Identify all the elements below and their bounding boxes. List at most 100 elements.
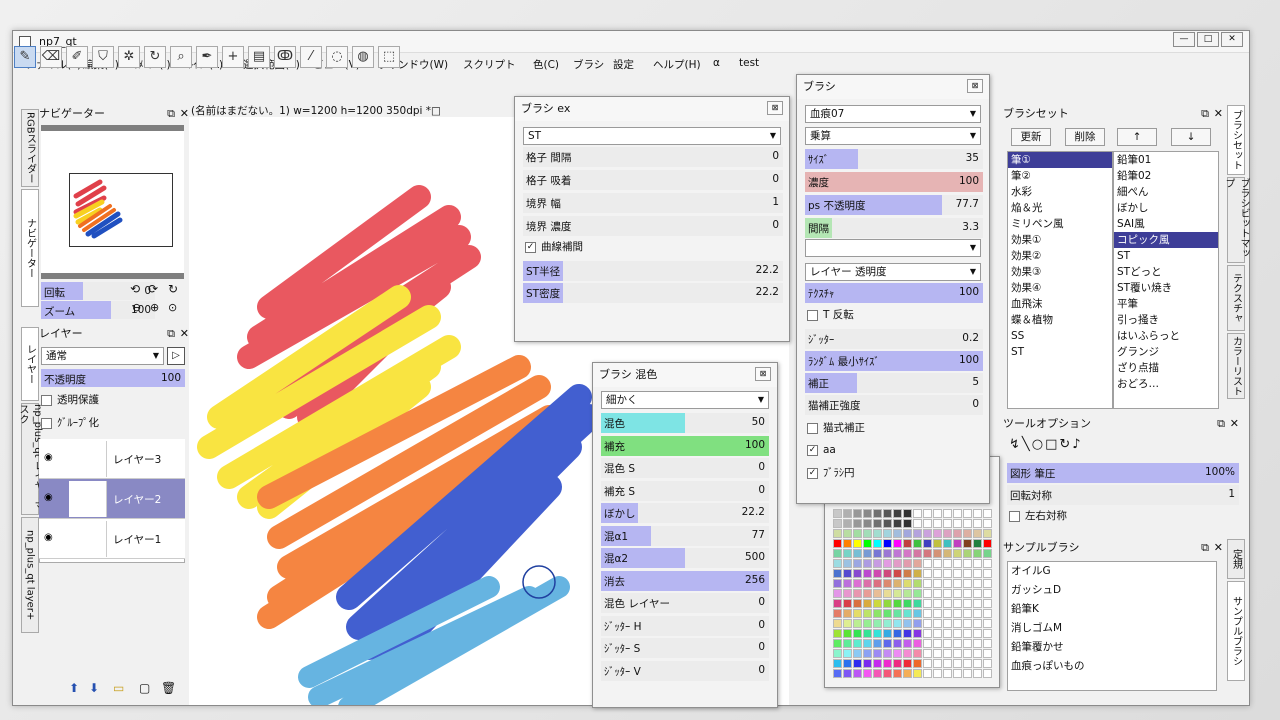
random-min-size-slider[interactable]: ﾗﾝﾀﾞﾑ 最小ｻｲｽﾞ 100 — [805, 351, 983, 371]
list-item[interactable]: 血飛沫 — [1008, 296, 1112, 312]
slider-row[interactable]: 混色 50 — [601, 413, 769, 433]
slider-row[interactable]: 格子 吸着 0 — [523, 170, 783, 190]
slider-row[interactable]: 混α2 500 — [601, 548, 769, 568]
maximize-button[interactable]: □ — [1197, 32, 1219, 47]
list-item[interactable]: ST — [1114, 248, 1218, 264]
menu-item[interactable]: 色(C) — [533, 57, 559, 72]
cat-strength-slider[interactable]: 猫補正強度 0 — [805, 395, 983, 415]
rotate-tool-icon[interactable]: ↻ — [144, 46, 166, 68]
tab-layer[interactable]: レイヤー — [21, 327, 39, 401]
tab-color-list[interactable]: カラーリスト — [1227, 333, 1245, 399]
list-item[interactable]: STどっと — [1114, 264, 1218, 280]
list-item[interactable]: 消しゴムM — [1008, 619, 1216, 638]
float-icon[interactable]: ⧉ — [1201, 105, 1209, 123]
slider-row[interactable]: ｻｲｽﾞ 35 — [805, 149, 983, 169]
tab-texture[interactable]: テクスチャ — [1227, 265, 1245, 331]
jitter-slider[interactable]: ｼﾞｯﾀｰ 0.2 — [805, 329, 983, 349]
slider-row[interactable]: ｼﾞｯﾀｰ H 0 — [601, 615, 769, 636]
list-item[interactable]: 平筆 — [1114, 296, 1218, 312]
list-item[interactable]: 鉛筆01 — [1114, 152, 1218, 168]
list-item[interactable]: おどろ… — [1114, 376, 1218, 392]
list-item[interactable]: ST — [1008, 344, 1112, 360]
fill-tool-icon[interactable]: ⛉ — [92, 46, 114, 68]
close-icon[interactable]: ✕ — [1214, 105, 1223, 123]
slider-row[interactable]: ps 不透明度 77.7 — [805, 195, 983, 215]
tab-rgb-slider[interactable]: RGBスライダー — [21, 109, 39, 187]
slider-row[interactable]: 補充 100 — [601, 435, 769, 456]
brush-layer-alpha-select[interactable]: レイヤー 透明度 ▼ — [805, 263, 981, 281]
close-icon[interactable]: ⊠ — [967, 79, 983, 93]
zoom-tool-icon[interactable]: ⌕ — [170, 46, 192, 68]
update-button[interactable]: 更新 — [1011, 128, 1051, 146]
spray-tool-icon[interactable]: ✐ — [66, 46, 88, 68]
close-icon[interactable]: ✕ — [1214, 539, 1223, 557]
close-icon[interactable]: ✕ — [1230, 415, 1239, 433]
move-up-button[interactable]: ↑ — [1117, 128, 1157, 146]
correction-slider[interactable]: 補正 5 — [805, 373, 983, 393]
list-item[interactable]: SS — [1008, 328, 1112, 344]
texture-slider[interactable]: ﾃｸｽﾁｬ 100 — [805, 283, 983, 303]
slider-row[interactable]: 補充 S 0 — [601, 480, 769, 501]
list-item[interactable]: 効果① — [1008, 232, 1112, 248]
close-button[interactable]: ✕ — [1221, 32, 1243, 47]
list-item[interactable]: ST覆い焼き — [1114, 280, 1218, 296]
float-icon[interactable]: ⧉ — [167, 105, 175, 123]
list-item[interactable]: 蝶＆植物 — [1008, 312, 1112, 328]
lasso-tool-icon[interactable]: ↂ — [274, 46, 296, 68]
eraser-tool-icon[interactable]: ⌫ — [40, 46, 62, 68]
list-item[interactable]: ミリペン風 — [1008, 216, 1112, 232]
layer-opacity-slider[interactable]: 不透明度 100 — [41, 369, 185, 387]
st-density-slider[interactable]: ST密度 22.2 — [523, 283, 783, 303]
rotate-symmetry-slider[interactable]: 回転対称 1 — [1007, 485, 1239, 505]
rotate-left-icon[interactable]: ⟲ — [130, 282, 140, 296]
folder-icon[interactable]: ▭ — [113, 681, 124, 695]
list-item[interactable]: 引っ掻き — [1114, 312, 1218, 328]
menu-item[interactable]: 設定 — [613, 57, 634, 72]
list-item[interactable]: 鉛筆覆かせ — [1008, 638, 1216, 657]
slider-row[interactable]: ｼﾞｯﾀｰ V 0 — [601, 660, 769, 681]
list-item[interactable]: 筆② — [1008, 168, 1112, 184]
blend-mode-select[interactable]: 通常 ▼ — [41, 347, 164, 365]
zoom-fit-icon[interactable]: ⊙ — [168, 301, 177, 314]
list-item[interactable]: コピック風 — [1114, 232, 1218, 248]
zoom-slider[interactable]: ズーム 100 — [41, 301, 155, 319]
menu-item[interactable]: ヘルプ(H) — [653, 57, 701, 72]
menu-item[interactable]: test — [739, 57, 759, 69]
close-icon[interactable]: ✕ — [180, 325, 189, 343]
trash-icon[interactable]: 🗑 — [161, 681, 176, 695]
select-rect-tool-icon[interactable]: ⬚ — [378, 46, 400, 68]
layer-row[interactable]: ◉ レイヤー3 — [39, 439, 185, 479]
list-item[interactable]: 水彩 — [1008, 184, 1112, 200]
mirror-checkbox[interactable]: 左右対称 — [1009, 509, 1067, 525]
list-item[interactable]: SAI風 — [1114, 216, 1218, 232]
list-item[interactable]: 効果③ — [1008, 264, 1112, 280]
eyedropper-tool-icon[interactable]: ✒ — [196, 46, 218, 68]
layer-row[interactable]: ◉ レイヤー2 — [39, 479, 185, 519]
t-invert-checkbox[interactable]: T 反転 — [807, 308, 854, 324]
close-icon[interactable]: ⊠ — [767, 101, 783, 115]
move-tool-icon[interactable]: + — [222, 46, 244, 68]
curve-interp-checkbox[interactable]: ✓ 曲線補間 — [525, 240, 583, 256]
delete-button[interactable]: 削除 — [1065, 128, 1105, 146]
aa-checkbox[interactable]: ✓ aa — [807, 443, 836, 459]
slider-row[interactable]: 混色 レイヤー 0 — [601, 593, 769, 613]
st-radius-slider[interactable]: ST半径 22.2 — [523, 261, 783, 281]
brush-blend-select[interactable]: 乗算 ▼ — [805, 127, 981, 145]
list-item[interactable]: ざり点描 — [1114, 360, 1218, 376]
brush-tool-icon[interactable]: ✎ — [14, 46, 36, 68]
brush-extra-select[interactable]: ▼ — [805, 239, 981, 257]
float-icon[interactable]: ⧉ — [1201, 539, 1209, 557]
menu-item[interactable]: ブラシ — [573, 57, 604, 72]
eye-icon[interactable]: ◉ — [44, 492, 53, 503]
list-item[interactable]: 効果② — [1008, 248, 1112, 264]
eye-icon[interactable]: ◉ — [44, 532, 53, 543]
brush-mix-preset-select[interactable]: 細かく ▼ — [601, 391, 769, 409]
brush-circle-checkbox[interactable]: ✓ ﾌﾞﾗｼ円 — [807, 466, 855, 482]
slider-row[interactable]: 境界 濃度 0 — [523, 216, 783, 236]
layer-row[interactable]: ◉ レイヤー1 — [39, 519, 185, 559]
shape-tools[interactable]: ↯╲○□↻♪ — [1009, 437, 1083, 452]
tab-brush-set[interactable]: ブラシセット — [1227, 105, 1245, 175]
list-item[interactable]: 血痕っぽいもの — [1008, 657, 1216, 676]
list-item[interactable]: オイルG — [1008, 562, 1216, 581]
list-item[interactable]: はいふらっと — [1114, 328, 1218, 344]
